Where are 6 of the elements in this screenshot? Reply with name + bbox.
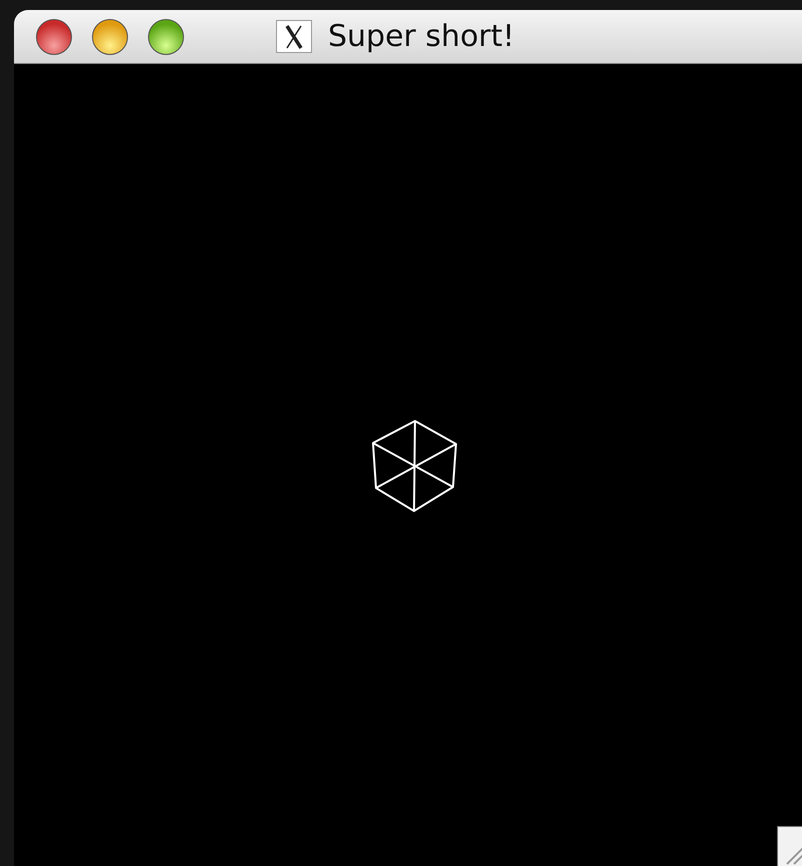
close-button[interactable]: [36, 18, 72, 54]
resize-grip[interactable]: [777, 826, 802, 866]
window-title: Super short!: [328, 19, 515, 54]
minimize-button[interactable]: [92, 18, 128, 54]
zoom-button[interactable]: [148, 18, 184, 54]
app-icon: [276, 20, 312, 53]
